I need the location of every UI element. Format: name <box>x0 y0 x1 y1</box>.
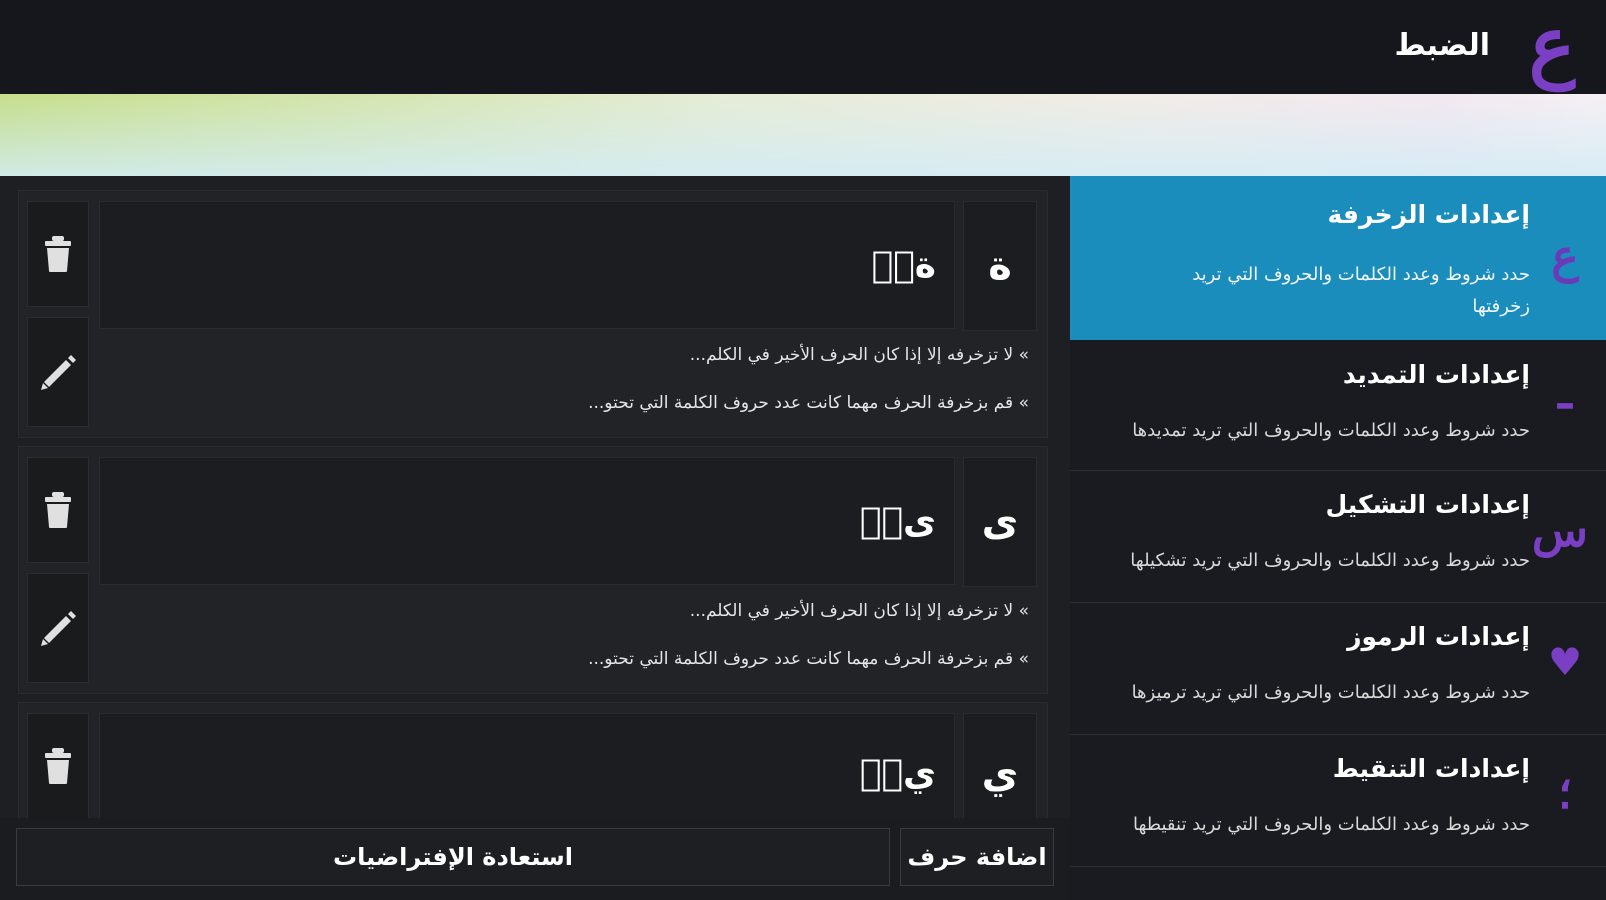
restore-defaults-button[interactable]: استعادة الإفتراضيات <box>16 828 890 886</box>
header-gradient-band <box>0 94 1606 176</box>
letter-variant: ةۣۛ <box>99 201 955 329</box>
delete-button[interactable] <box>27 457 89 563</box>
letter-variant: يۣۛ <box>99 713 955 833</box>
sidebar-item-desc: حدد شروط وعدد الكلمات والحروف التي تريد … <box>1130 550 1530 571</box>
sidebar-item-desc: حدد شروط وعدد الكلمات والحروف التي تريد … <box>1132 814 1530 835</box>
letter-card: ى ىۣۛ » لا تزخرفه إلا إذا كان الحرف الأخ… <box>18 446 1048 694</box>
variant-text: ةۣۛ <box>871 244 936 286</box>
letters-list[interactable]: ة ةۣۛ » لا تزخرفه إلا إذا كان الحرف الأخ… <box>0 176 1070 900</box>
letter-original: ى <box>963 457 1037 587</box>
bottom-action-bar: استعادة الإفتراضيات اضافة حرف <box>0 818 1070 900</box>
sidebar-item-desc: حدد شروط وعدد الكلمات والحروف التي تريد <box>1192 264 1530 285</box>
app-logo-icon[interactable]: ع <box>1518 4 1586 88</box>
rule-text: » لا تزخرفه إلا إذا كان الحرف الأخير في … <box>689 601 1029 621</box>
trash-icon <box>45 492 71 528</box>
sidebar-item-desc: حدد شروط وعدد الكلمات والحروف التي تريد … <box>1131 682 1530 703</box>
sidebar-item-tangheet[interactable]: ؛ إعدادات التنقيط حدد شروط وعدد الكلمات … <box>1070 734 1606 867</box>
letter-card: ي يۣۛ <box>18 702 1048 835</box>
rule-text: » قم بزخرفة الحرف مهما كانت عدد حروف الك… <box>588 393 1029 413</box>
zakhrafa-ain-icon: ع <box>1551 229 1579 283</box>
sidebar-item-tamdeed[interactable]: ـ إعدادات التمديد حدد شروط وعدد الكلمات … <box>1070 340 1606 471</box>
sidebar-item-title: إعدادات التشكيل <box>1325 490 1530 519</box>
sidebar-item-desc: حدد شروط وعدد الكلمات والحروف التي تريد … <box>1132 420 1530 441</box>
add-letter-button[interactable]: اضافة حرف <box>900 828 1054 886</box>
tashkeel-icon: س <box>1531 503 1588 557</box>
edit-button[interactable] <box>27 317 89 427</box>
trash-icon <box>45 236 71 272</box>
letter-original: ي <box>963 713 1037 835</box>
sidebar-item-tashkeel[interactable]: س إعدادات التشكيل حدد شروط وعدد الكلمات … <box>1070 470 1606 603</box>
tamdeed-icon: ـ <box>1558 365 1572 419</box>
rule-text: » لا تزخرفه إلا إذا كان الحرف الأخير في … <box>689 345 1029 365</box>
delete-button[interactable] <box>27 201 89 307</box>
letter-card: ة ةۣۛ » لا تزخرفه إلا إذا كان الحرف الأخ… <box>18 190 1048 438</box>
heart-icon: ♥ <box>1547 639 1583 684</box>
page-title: الضبط <box>1394 28 1490 63</box>
sidebar-item-title: إعدادات الرموز <box>1347 622 1530 651</box>
variant-text: يۣۛ <box>859 752 936 794</box>
pencil-icon <box>41 355 76 390</box>
trash-icon <box>45 748 71 784</box>
pencil-icon <box>41 611 76 646</box>
sidebar-item-desc: زخرفتها <box>1472 296 1530 317</box>
sidebar-item-title: إعدادات التمديد <box>1342 360 1530 389</box>
tangheet-icon: ؛ <box>1558 768 1572 819</box>
sidebar-item-zakhrafa[interactable]: ع إعدادات الزخرفة حدد شروط وعدد الكلمات … <box>1070 176 1606 340</box>
variant-text: ىۣۛ <box>859 500 936 542</box>
settings-sidebar: ع إعدادات الزخرفة حدد شروط وعدد الكلمات … <box>1070 176 1606 900</box>
letter-original: ة <box>963 201 1037 331</box>
sidebar-item-title: إعدادات الزخرفة <box>1327 200 1531 229</box>
letter-variant: ىۣۛ <box>99 457 955 585</box>
delete-button[interactable] <box>27 713 89 819</box>
sidebar-item-title: إعدادات التنقيط <box>1332 754 1530 783</box>
action-bar: ع الضبط <box>0 0 1606 94</box>
sidebar-item-symbols[interactable]: ♥ إعدادات الرموز حدد شروط وعدد الكلمات و… <box>1070 602 1606 735</box>
edit-button[interactable] <box>27 573 89 683</box>
rule-text: » قم بزخرفة الحرف مهما كانت عدد حروف الك… <box>588 649 1029 669</box>
